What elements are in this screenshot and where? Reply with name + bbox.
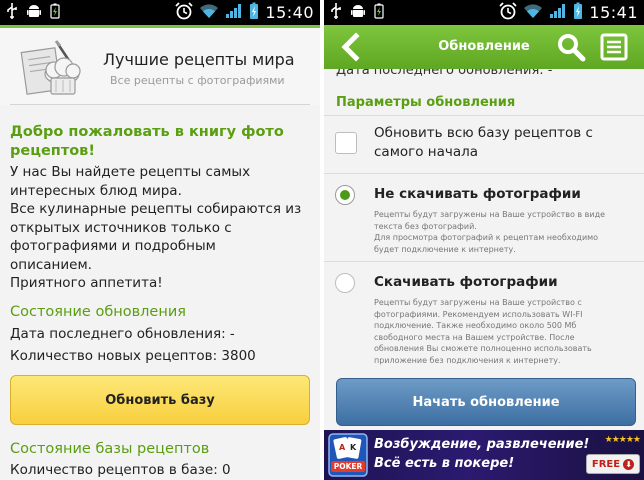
- clock: 15:40: [265, 3, 314, 22]
- usb-icon: [6, 2, 18, 23]
- android-icon: [350, 3, 366, 23]
- app-header: Лучшие рецепты мира Все рецепты с фотогр…: [0, 25, 320, 105]
- full-update-label[interactable]: Обновить всю базу рецептов с самого нача…: [374, 124, 593, 162]
- full-update-label-line: Обновить всю базу рецептов с: [374, 125, 593, 141]
- download-icon: ⬇: [623, 458, 635, 470]
- welcome-title-line: рецептов!: [10, 143, 95, 159]
- ad-subline: Всё есть в покере!: [374, 456, 515, 471]
- last-update-text: Дата последнего обновления: -: [336, 69, 553, 78]
- section-title: Параметры обновления: [336, 95, 516, 110]
- main-content: Добро пожаловать в книгу фото рецептов! …: [0, 105, 320, 480]
- main-screen: 15:40 Лучшие рецепты мира Все рецепты с …: [0, 0, 320, 480]
- start-update-button[interactable]: Начать обновление: [336, 378, 636, 426]
- welcome-title: Добро пожаловать в книгу фото рецептов!: [10, 123, 284, 161]
- svg-text:A: A: [339, 443, 346, 452]
- divider: [324, 261, 644, 262]
- welcome-line: интересных блюд мира.: [10, 182, 182, 199]
- battery-icon: [249, 2, 259, 24]
- divider: [324, 115, 644, 116]
- description-line: текста без фотографий.: [374, 221, 477, 231]
- free-badge[interactable]: FREE ⬇: [586, 454, 640, 474]
- description-line: обновления Вы сможете полноценно использ…: [374, 344, 592, 353]
- wifi-icon: [199, 3, 219, 23]
- full-update-checkbox[interactable]: [335, 132, 357, 154]
- status-bar: 15:41: [324, 0, 644, 25]
- svg-text:K: K: [350, 443, 357, 452]
- rating-stars-icon: ★★★★★: [604, 435, 641, 445]
- free-badge-label: FREE: [591, 458, 621, 470]
- full-update-label-line: самого начала: [374, 144, 479, 160]
- signal-icon: [225, 3, 243, 23]
- welcome-line: фотографиями и подробным: [10, 238, 216, 254]
- action-bar: Обновление: [324, 25, 644, 69]
- menu-list-icon[interactable]: [600, 33, 628, 61]
- description-line: свободного места на Вашем устройстве. По…: [374, 332, 575, 342]
- battery-small-icon: [374, 3, 384, 23]
- chef-hat-logo-icon: [18, 40, 84, 102]
- no-photos-label[interactable]: Не скачивать фотографии: [374, 185, 581, 204]
- wifi-icon: [523, 3, 543, 23]
- update-screen: 15:41 Обновление Дата последнего обновле…: [324, 0, 644, 480]
- welcome-line: Все кулинарные рецепты собираются из: [10, 201, 302, 217]
- app-title: Лучшие рецепты мира: [103, 50, 295, 69]
- ad-headline: Возбуждение, развлечение!: [374, 437, 590, 452]
- db-status-title: Состояние базы рецептов: [10, 441, 210, 457]
- usb-icon: [330, 2, 342, 23]
- battery-icon: [573, 2, 583, 24]
- description-line: фотографиями. Рекомендуем использовать W…: [374, 309, 583, 319]
- description-line: Для просмотра фотографий к рецептам необ…: [374, 233, 599, 242]
- alarm-icon: [499, 1, 518, 24]
- android-icon: [26, 3, 42, 23]
- welcome-title-line: Добро пожаловать в книгу фото: [10, 124, 284, 140]
- update-status-title: Состояние обновления: [10, 304, 186, 320]
- welcome-line: Приятного аппетита!: [10, 275, 163, 291]
- update-options: Дата последнего обновления: - Параметры …: [324, 69, 644, 426]
- welcome-line: описанием.: [10, 256, 92, 273]
- no-photos-radio[interactable]: [335, 185, 355, 205]
- alarm-icon: [175, 1, 194, 24]
- poker-logo-icon: A K POKER: [328, 433, 368, 477]
- new-recipes-count: Количество новых рецептов: 3800: [10, 348, 256, 364]
- poker-logo-text: POKER: [333, 462, 363, 471]
- welcome-line: открытых источников только с: [10, 219, 232, 236]
- search-icon[interactable]: [556, 32, 586, 62]
- ad-banner[interactable]: A K POKER Возбуждение, развлечение! Всё …: [324, 430, 644, 480]
- divider: [324, 173, 644, 174]
- signal-icon: [549, 3, 567, 23]
- clock: 15:41: [589, 3, 638, 22]
- description-line: будет подключение к интернету.: [374, 244, 516, 254]
- no-photos-description: Рецепты будут загружены на Ваше устройст…: [374, 209, 636, 255]
- with-photos-radio[interactable]: [335, 273, 355, 293]
- description-line: Рецепты будут загружены на Ваше устройст…: [374, 298, 582, 307]
- description-line: приложение без подключения к интернету.: [374, 355, 561, 365]
- screen-title: Обновление: [438, 39, 530, 54]
- battery-small-icon: [50, 3, 60, 23]
- with-photos-description: Рецепты будут загружены на Ваше устройст…: [374, 297, 636, 366]
- app-subtitle: Все рецепты с фотографиями: [110, 74, 285, 87]
- welcome-line: У нас Вы найдете рецепты самых: [10, 164, 251, 180]
- db-recipes-count: Количество рецептов в базе: 0: [10, 462, 231, 478]
- with-photos-label[interactable]: Скачивать фотографии: [374, 273, 558, 292]
- description-line: Рецепты будут загружены на Ваше устройст…: [374, 210, 606, 219]
- last-update-text: Дата последнего обновления: -: [10, 326, 235, 342]
- welcome-text: У нас Вы найдете рецепты самых интересны…: [10, 163, 301, 293]
- description-line: подключение. Также необходимо около 500 …: [374, 321, 577, 330]
- status-bar: 15:40: [0, 0, 320, 25]
- update-database-button[interactable]: Обновить базу: [10, 375, 310, 425]
